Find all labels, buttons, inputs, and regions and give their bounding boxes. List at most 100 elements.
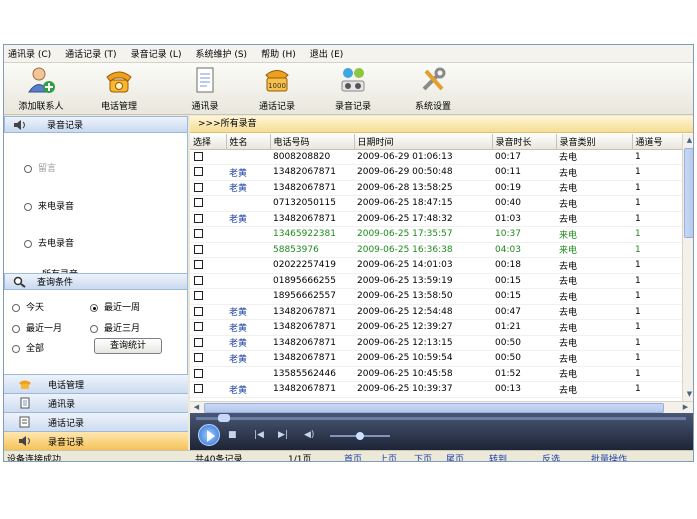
row-checkbox[interactable] [194,368,203,378]
scroll-up-icon[interactable]: ▲ [684,135,693,146]
row-phone: 13585562446 [270,366,354,382]
table-row[interactable]: 老黄 13482067871 2009-06-29 00:50:48 00:11 去电 1 [190,164,682,181]
call-log-icon [19,416,30,428]
scroll-thumb[interactable] [684,148,693,238]
call-log-button[interactable]: 1000 通话记录 [244,65,310,112]
row-phone: 13465922381 [270,226,354,243]
col-phone[interactable]: 电话号码 [270,134,355,150]
menu-recording-log[interactable]: 录音记录 (L) [131,47,182,60]
previous-icon[interactable]: |◀ [254,430,264,440]
nav-phone-mgmt[interactable]: 电话管理 [4,374,188,393]
batch-operation-link[interactable]: 批量操作 [591,452,627,461]
scroll-thumb[interactable] [204,403,664,413]
all-radio[interactable]: 全部 [12,341,44,354]
table-row[interactable]: 02022257419 2009-06-25 14:01:03 00:18 去电 1 [190,257,682,274]
row-checkbox[interactable] [194,260,203,270]
menu-system[interactable]: 系统维护 (S) [195,47,247,60]
nav-contacts[interactable]: 通讯录 [4,393,188,412]
volume-icon[interactable]: ◀) [304,430,314,440]
play-icon[interactable] [198,424,220,446]
row-checkbox[interactable] [194,353,203,363]
row-channel: 1 [632,164,682,181]
row-checkbox[interactable] [194,151,203,161]
table-row[interactable]: 07132050115 2009-06-25 18:47:15 00:40 去电 1 [190,195,682,212]
today-radio[interactable]: 今天 [12,300,44,313]
table-row[interactable]: 18956662557 2009-06-25 13:58:50 00:15 去电 1 [190,288,682,305]
row-checkbox[interactable] [194,213,203,223]
row-checkbox[interactable] [194,275,203,285]
row-checkbox[interactable] [194,322,203,332]
horizontal-scrollbar[interactable]: ◀ ▶ [190,401,693,413]
row-checkbox[interactable] [194,244,203,254]
outgoing-recording-radio[interactable]: 去电录音 [24,236,74,249]
seek-thumb[interactable] [218,414,230,422]
row-type: 去电 [556,350,632,367]
col-name[interactable]: 姓名 [226,134,271,150]
row-duration: 00:50 [492,335,556,351]
table-row[interactable]: 老黄 13482067871 2009-06-25 12:13:15 00:50 去电 1 [190,335,682,351]
voicemail-radio[interactable]: 留言 [24,161,56,174]
stop-icon[interactable]: ■ [228,430,237,440]
next-page-link[interactable]: 下页 [414,452,432,461]
col-select[interactable]: 选择 [190,134,227,150]
prev-page-link[interactable]: 上页 [379,452,397,461]
row-checkbox[interactable] [194,384,203,394]
next-icon[interactable]: ▶| [278,430,288,440]
last-month-radio[interactable]: 最近一月 [12,321,62,334]
row-duration: 00:40 [492,195,556,212]
recording-log-button[interactable]: 录音记录 [320,65,386,112]
row-checkbox[interactable] [194,306,203,316]
table-row[interactable]: 13465922381 2009-06-25 17:35:57 10:37 来电 1 [190,226,682,243]
phone-mgmt-button[interactable]: 电话管理 [86,65,152,112]
col-type[interactable]: 录音类别 [556,134,633,150]
goto-link[interactable]: 转到 [489,452,507,461]
row-checkbox[interactable] [194,291,203,301]
table-row[interactable]: 58853976 2009-06-25 16:36:38 04:03 来电 1 [190,242,682,258]
menu-call-log[interactable]: 通话记录 (T) [65,47,116,60]
row-checkbox[interactable] [194,167,203,177]
table-row[interactable]: 老黄 13482067871 2009-06-25 10:59:54 00:50 去电 1 [190,350,682,367]
row-checkbox[interactable] [194,182,203,192]
scroll-right-icon[interactable]: ▶ [680,402,691,413]
menu-contacts[interactable]: 通讯录 (C) [8,47,51,60]
row-datetime: 2009-06-25 12:13:15 [354,335,492,351]
row-checkbox[interactable] [194,229,203,239]
incoming-recording-radio[interactable]: 来电录音 [24,199,74,212]
table-row[interactable]: 13585562446 2009-06-25 10:45:58 01:52 去电 1 [190,366,682,382]
scroll-down-icon[interactable]: ▼ [684,389,693,400]
last-week-radio[interactable]: 最近一周 [90,300,140,313]
scroll-left-icon[interactable]: ◀ [191,402,202,413]
settings-button[interactable]: 系统设置 [400,65,466,112]
col-datetime[interactable]: 日期时间 [354,134,493,150]
row-phone: 8008208820 [270,149,354,165]
table-row[interactable]: 老黄 13482067871 2009-06-25 17:48:32 01:03 去电 1 [190,211,682,227]
first-page-link[interactable]: 首页 [344,452,362,461]
contacts-label: 通讯录 [191,102,219,112]
query-stats-button[interactable]: 查询统计 [94,338,162,354]
menu-exit[interactable]: 退出 (E) [310,47,344,60]
contacts-button[interactable]: 通讯录 [172,65,238,112]
volume-thumb[interactable] [356,432,364,440]
add-contact-button[interactable]: 添加联系人 [8,65,74,112]
last-3-months-radio[interactable]: 最近三月 [90,321,140,334]
row-checkbox[interactable] [194,198,203,208]
recording-log-header[interactable]: 录音记录 [4,116,188,133]
nav-call-log[interactable]: 通话记录 [4,412,188,431]
last-page-link[interactable]: 尾页 [446,452,464,461]
row-select-cell [190,288,226,305]
row-checkbox[interactable] [194,337,203,347]
media-player: ■ |◀ ▶| ◀) [190,413,693,450]
table-row[interactable]: 老黄 13482067871 2009-06-25 10:39:37 00:13 去电 1 [190,381,682,398]
vertical-scrollbar[interactable]: ▲ ▼ [682,134,693,401]
col-channel[interactable]: 通道号 [632,134,682,150]
seek-bar[interactable] [196,417,686,420]
table-row[interactable]: 老黄 13482067871 2009-06-25 12:39:27 01:21 去电 1 [190,319,682,336]
table-row[interactable]: 老黄 13482067871 2009-06-28 13:58:25 00:19 去电 1 [190,180,682,196]
table-row[interactable]: 01895666255 2009-06-25 13:59:19 00:15 去电 1 [190,273,682,289]
menu-help[interactable]: 帮助 (H) [261,47,296,60]
invert-selection-link[interactable]: 反选 [542,452,560,461]
nav-recording-log[interactable]: 录音记录 [4,431,188,450]
table-row[interactable]: 8008208820 2009-06-29 01:06:13 00:17 去电 1 [190,149,682,165]
table-row[interactable]: 老黄 13482067871 2009-06-25 12:54:48 00:47 去电 1 [190,304,682,320]
col-duration[interactable]: 录音时长 [492,134,557,150]
